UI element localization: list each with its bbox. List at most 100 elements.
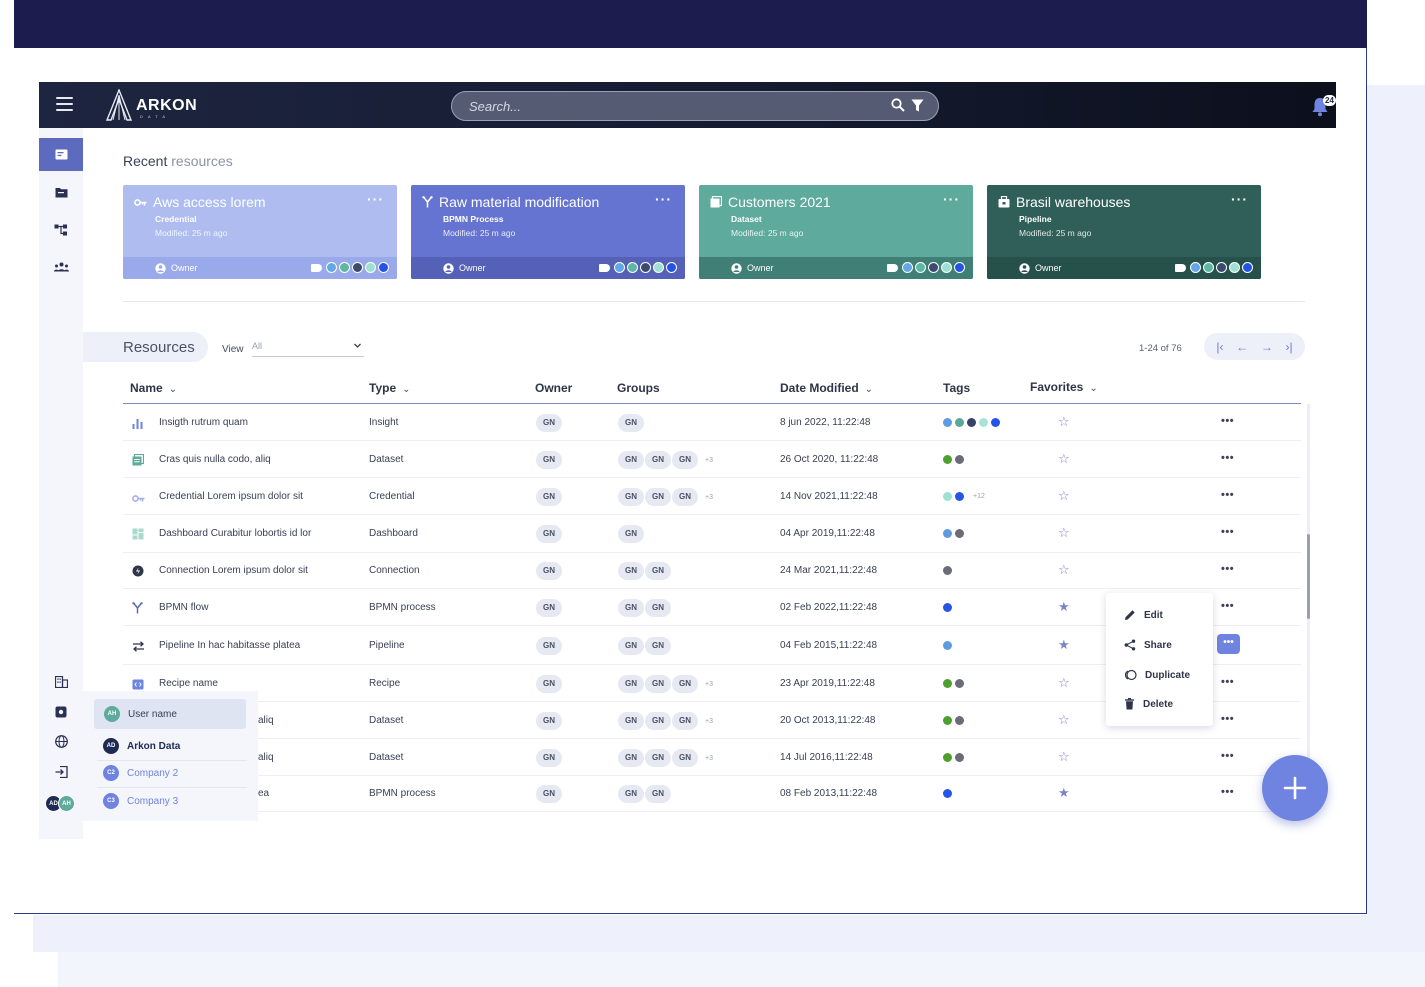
tab-resources[interactable]: Resources bbox=[83, 332, 208, 362]
logo[interactable]: ARKON DATA bbox=[105, 88, 197, 122]
filter-icon[interactable] bbox=[911, 99, 924, 112]
next-page-icon[interactable]: → bbox=[1261, 340, 1273, 354]
table-row[interactable]: Credential Lorem ipsum dolor sit Credent… bbox=[123, 478, 1301, 515]
star-outline-icon[interactable]: ☆ bbox=[1058, 712, 1070, 727]
star-outline-icon[interactable]: ☆ bbox=[1058, 749, 1070, 764]
row-name[interactable]: ea bbox=[258, 788, 269, 799]
recent-card[interactable]: Brasil warehouses ··· Pipeline Modified:… bbox=[987, 185, 1261, 279]
card-more-icon[interactable]: ··· bbox=[655, 191, 672, 207]
tag-dot bbox=[967, 418, 976, 427]
notifications-button[interactable]: 24 bbox=[1311, 95, 1336, 118]
recent-card[interactable]: Customers 2021 ··· Dataset Modified: 25 … bbox=[699, 185, 973, 279]
row-name[interactable]: Insigth rutrum quam bbox=[159, 417, 248, 428]
star-filled-icon[interactable]: ★ bbox=[1058, 785, 1070, 800]
tag-dot bbox=[928, 262, 939, 273]
table-row[interactable]: ea BPMN process GN GN GN 08 Feb 2013,11:2… bbox=[123, 776, 1301, 812]
scrollbar-thumb[interactable] bbox=[1307, 534, 1310, 619]
card-owner-label: Owner bbox=[1035, 263, 1062, 273]
row-name[interactable]: BPMN flow bbox=[159, 602, 208, 613]
row-more-button[interactable]: ••• bbox=[1221, 786, 1234, 798]
menu-item-share[interactable]: Share bbox=[1124, 639, 1172, 651]
column-header-favorites[interactable]: Favorites ⌄ bbox=[1030, 380, 1098, 394]
row-owner: GN bbox=[536, 785, 563, 803]
row-owner: GN bbox=[536, 414, 563, 432]
logo-icon bbox=[105, 89, 133, 121]
sidebar-item-language[interactable] bbox=[39, 725, 83, 758]
card-owner-label: Owner bbox=[747, 263, 774, 273]
star-outline-icon[interactable]: ☆ bbox=[1058, 675, 1070, 690]
row-more-button[interactable]: ••• bbox=[1221, 452, 1234, 464]
star-filled-icon[interactable]: ★ bbox=[1058, 599, 1070, 614]
card-more-icon[interactable]: ··· bbox=[367, 191, 384, 207]
sidebar-item-resources[interactable] bbox=[39, 138, 83, 171]
row-more-button[interactable]: ••• bbox=[1221, 713, 1234, 725]
star-outline-icon[interactable]: ☆ bbox=[1058, 525, 1070, 540]
tag-dot bbox=[902, 262, 913, 273]
table-row[interactable]: Dashboard Curabitur lobortis id lor Dash… bbox=[123, 515, 1301, 553]
menu-item-duplicate[interactable]: Duplicate bbox=[1124, 669, 1190, 681]
column-header-type[interactable]: Type ⌄ bbox=[369, 381, 411, 395]
row-name[interactable]: Dashboard Curabitur lobortis id lor bbox=[159, 528, 311, 539]
row-more-button[interactable]: ••• bbox=[1221, 600, 1234, 612]
row-name[interactable]: Pipeline In hac habitasse platea bbox=[159, 640, 300, 651]
search-icon[interactable] bbox=[891, 98, 905, 112]
sidebar-item-organization[interactable] bbox=[39, 665, 83, 698]
row-name[interactable]: Connection Lorem ipsum dolor sit bbox=[159, 565, 308, 576]
tag-dot bbox=[943, 716, 952, 725]
row-more-button-active[interactable]: ••• bbox=[1217, 634, 1240, 654]
column-header-date[interactable]: Date Modified ⌄ bbox=[780, 381, 873, 395]
add-resource-button[interactable] bbox=[1262, 755, 1328, 821]
company-switcher: AH User name AD Arkon Data C2 Company 2 … bbox=[83, 691, 258, 821]
row-more-button[interactable]: ••• bbox=[1221, 676, 1234, 688]
star-outline-icon[interactable]: ☆ bbox=[1058, 488, 1070, 503]
company-item-company-2[interactable]: C2 Company 2 bbox=[103, 765, 178, 781]
row-more-button[interactable]: ••• bbox=[1221, 489, 1234, 501]
company-item-arkon-data[interactable]: AD Arkon Data bbox=[103, 738, 180, 754]
table-row[interactable]: Insigth rutrum quam Insight GN GN 8 jun … bbox=[123, 404, 1301, 441]
recent-card[interactable]: Raw material modification ··· BPMN Proce… bbox=[411, 185, 685, 279]
sidebar-item-settings[interactable] bbox=[39, 695, 83, 728]
row-more-button[interactable]: ••• bbox=[1221, 563, 1234, 575]
star-outline-icon[interactable]: ☆ bbox=[1058, 414, 1070, 429]
sidebar-item-teams[interactable] bbox=[39, 250, 83, 283]
star-outline-icon[interactable]: ☆ bbox=[1058, 562, 1070, 577]
tag-dot bbox=[943, 418, 952, 427]
first-page-icon[interactable]: |‹ bbox=[1216, 340, 1223, 354]
prev-page-icon[interactable]: ← bbox=[1236, 340, 1248, 354]
sidebar-item-logout[interactable] bbox=[39, 755, 83, 788]
search-input[interactable] bbox=[469, 98, 869, 114]
row-name[interactable]: Cras quis nulla codo, aliq bbox=[159, 454, 271, 465]
tag-dot bbox=[365, 262, 376, 273]
account-avatars[interactable]: AD AH bbox=[45, 795, 75, 812]
row-more-button[interactable]: ••• bbox=[1221, 415, 1234, 427]
star-filled-icon[interactable]: ★ bbox=[1058, 637, 1070, 652]
row-name[interactable]: Recipe name bbox=[159, 678, 218, 689]
view-select[interactable]: All bbox=[252, 341, 364, 357]
chevron-down-icon: ⌄ bbox=[1089, 383, 1098, 394]
card-footer: Owner bbox=[123, 257, 397, 279]
row-name[interactable]: aliq bbox=[258, 752, 274, 763]
table-row[interactable]: aliq Dataset GN GN GN GN +3 14 Jul 2016,11:… bbox=[123, 739, 1301, 776]
star-outline-icon[interactable]: ☆ bbox=[1058, 451, 1070, 466]
menu-item-edit[interactable]: Edit bbox=[1124, 609, 1163, 621]
row-more-button[interactable]: ••• bbox=[1221, 750, 1234, 762]
company-item-company-3[interactable]: C3 Company 3 bbox=[103, 793, 178, 809]
card-more-icon[interactable]: ··· bbox=[1231, 191, 1248, 207]
row-name[interactable]: aliq bbox=[258, 715, 274, 726]
user-profile-item[interactable]: AH User name bbox=[94, 699, 246, 729]
row-more-button[interactable]: ••• bbox=[1221, 526, 1234, 538]
sidebar-item-workflows[interactable] bbox=[39, 213, 83, 246]
sidebar-item-files[interactable] bbox=[39, 176, 83, 209]
menu-item-delete[interactable]: Delete bbox=[1124, 698, 1173, 710]
table-row[interactable]: Connection Lorem ipsum dolor sit Connect… bbox=[123, 553, 1301, 589]
table-row[interactable]: Cras quis nulla codo, aliq Dataset GN GN… bbox=[123, 441, 1301, 478]
card-more-icon[interactable]: ··· bbox=[943, 191, 960, 207]
menu-item-label: Duplicate bbox=[1145, 669, 1191, 681]
menu-icon[interactable] bbox=[56, 97, 73, 111]
recent-card[interactable]: Aws access lorem ··· Credential Modified… bbox=[123, 185, 397, 279]
notification-count: 24 bbox=[1323, 95, 1336, 106]
logo-text: ARKON bbox=[136, 97, 198, 114]
last-page-icon[interactable]: ›| bbox=[1286, 340, 1293, 354]
column-header-name[interactable]: Name ⌄ bbox=[130, 381, 177, 395]
row-name[interactable]: Credential Lorem ipsum dolor sit bbox=[159, 491, 303, 502]
